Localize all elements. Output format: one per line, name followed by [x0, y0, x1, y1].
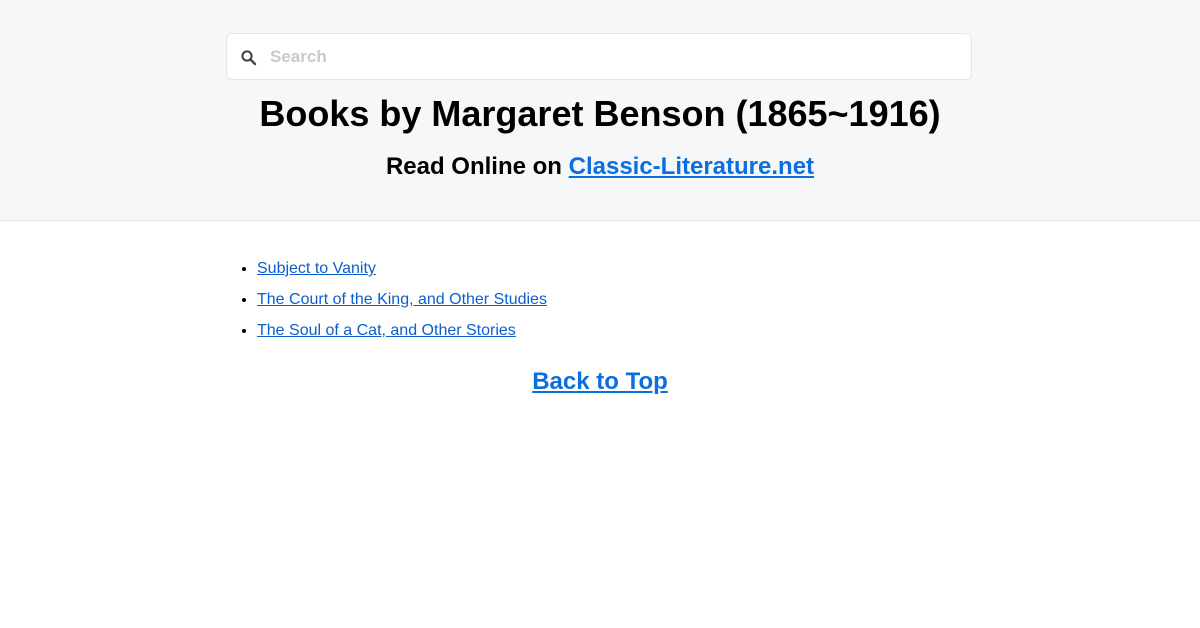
back-to-top-container: Back to Top [0, 366, 1200, 398]
list-item: Subject to Vanity [257, 253, 547, 284]
search-input[interactable] [270, 34, 960, 79]
list-item: The Court of the King, and Other Studies [257, 284, 547, 315]
subtitle-prefix: Read Online on [385, 153, 569, 180]
page-header: Books by Margaret Benson (1865~1916) Rea… [0, 0, 1200, 221]
book-link-subject-to-vanity[interactable]: Subject to Vanity [257, 260, 376, 277]
subtitle: Read Online on Classic-Literature.net [0, 151, 1200, 183]
list-item: The Soul of a Cat, and Other Stories [257, 315, 547, 346]
book-link-court-of-the-king[interactable]: The Court of the King, and Other Studies [257, 291, 547, 308]
search-icon [240, 49, 258, 67]
back-to-top-link[interactable]: Back to Top [532, 368, 668, 395]
book-list: Subject to Vanity The Court of the King,… [226, 253, 547, 346]
book-link-soul-of-a-cat[interactable]: The Soul of a Cat, and Other Stories [257, 322, 516, 339]
page-title: Books by Margaret Benson (1865~1916) [259, 93, 941, 134]
site-link[interactable]: Classic-Literature.net [569, 153, 814, 180]
search-box[interactable] [226, 33, 972, 80]
